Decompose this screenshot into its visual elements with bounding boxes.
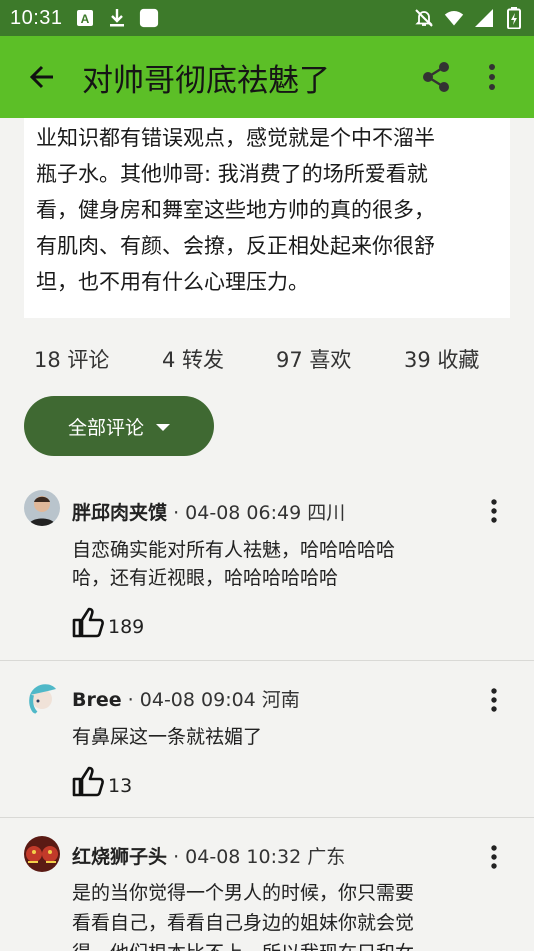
comment-body: 自恋确实能对所有人祛魅，哈哈哈哈哈 哈，还有近视眼，哈哈哈哈哈哈 — [72, 539, 396, 589]
more-vertical-icon — [491, 688, 497, 712]
more-vertical-icon — [489, 64, 495, 90]
status-time: 10:31 — [10, 6, 63, 29]
thumbs-up-icon — [72, 766, 104, 797]
comment-body: 是的当你觉得一个男人的时候，你只需要 看看自己，看看自己身边的姐妹你就会觉 得，… — [72, 882, 415, 951]
comment-author[interactable]: 红烧狮子头 — [72, 846, 167, 868]
comment-like-button[interactable]: 189 — [72, 606, 144, 638]
square-icon — [139, 8, 159, 28]
post-stats: 18 评论 4 转发 97 喜欢 39 收藏 — [0, 344, 534, 378]
comment-like-button[interactable]: 13 — [72, 765, 132, 797]
thumbs-up-icon — [72, 607, 104, 638]
svg-text:A: A — [80, 12, 89, 26]
reposts-count[interactable]: 4 转发 — [162, 344, 224, 374]
app-bar: 对帅哥彻底祛魅了 — [0, 36, 534, 118]
more-options-button[interactable] — [478, 57, 506, 97]
filter-label: 全部评论 — [67, 416, 144, 439]
share-icon — [423, 62, 449, 92]
page-title: 对帅哥彻底祛魅了 — [82, 62, 330, 99]
mute-bell-icon — [414, 8, 434, 28]
likes-count[interactable]: 97 喜欢 — [276, 344, 351, 374]
like-count: 189 — [108, 616, 145, 638]
favorites-count[interactable]: 39 收藏 — [404, 344, 479, 374]
comment-body: 有鼻屎这一条就祛媚了 — [72, 726, 263, 748]
comments-count[interactable]: 18 评论 — [34, 344, 109, 374]
comment-more-button[interactable] — [482, 496, 506, 526]
comment-item: 红烧狮子头 · 04-08 10:32 广东 是的当你觉得一个男人的时候，你只需… — [0, 817, 534, 951]
battery-icon — [504, 7, 524, 29]
post-card: 业知识都有错误观点，感觉就是个中不溜半 瓶子水。其他帅哥: 我消费了的场所爱看就… — [24, 118, 510, 318]
comment-meta: 04-08 10:32 广东 — [185, 846, 346, 868]
comment-filter-dropdown[interactable]: 全部评论 — [24, 396, 214, 456]
avatar[interactable] — [24, 679, 60, 715]
comment-more-button[interactable] — [482, 685, 506, 715]
comment-item: 胖邱肉夹馍 · 04-08 06:49 四川 自恋确实能对所有人祛魅，哈哈哈哈哈… — [0, 474, 534, 660]
comment-item: Bree · 04-08 09:04 河南 有鼻屎这一条就祛媚了 13 — [0, 660, 534, 817]
content-area[interactable]: 业知识都有错误观点，感觉就是个中不溜半 瓶子水。其他帅哥: 我消费了的场所爱看就… — [0, 118, 534, 951]
like-count: 13 — [108, 775, 133, 797]
signal-icon — [474, 8, 494, 28]
comment-meta: 04-08 06:49 四川 — [185, 502, 346, 524]
a-badge-icon: A — [75, 8, 95, 28]
avatar[interactable] — [24, 490, 60, 526]
more-vertical-icon — [491, 499, 497, 523]
caret-down-icon — [156, 423, 170, 431]
post-text: 业知识都有错误观点，感觉就是个中不溜半 瓶子水。其他帅哥: 我消费了的场所爱看就… — [36, 126, 435, 294]
status-bar: 10:31 A — [0, 0, 534, 36]
comment-meta: 04-08 09:04 河南 — [139, 689, 300, 711]
back-button[interactable] — [22, 57, 62, 97]
arrow-left-icon — [29, 65, 53, 89]
wifi-icon — [444, 8, 464, 28]
avatar[interactable] — [24, 836, 60, 872]
comment-author[interactable]: Bree — [72, 689, 122, 711]
share-button[interactable] — [416, 57, 456, 97]
comment-more-button[interactable] — [482, 842, 506, 872]
more-vertical-icon — [491, 845, 497, 869]
comment-author[interactable]: 胖邱肉夹馍 — [72, 502, 167, 524]
download-icon — [107, 8, 127, 28]
